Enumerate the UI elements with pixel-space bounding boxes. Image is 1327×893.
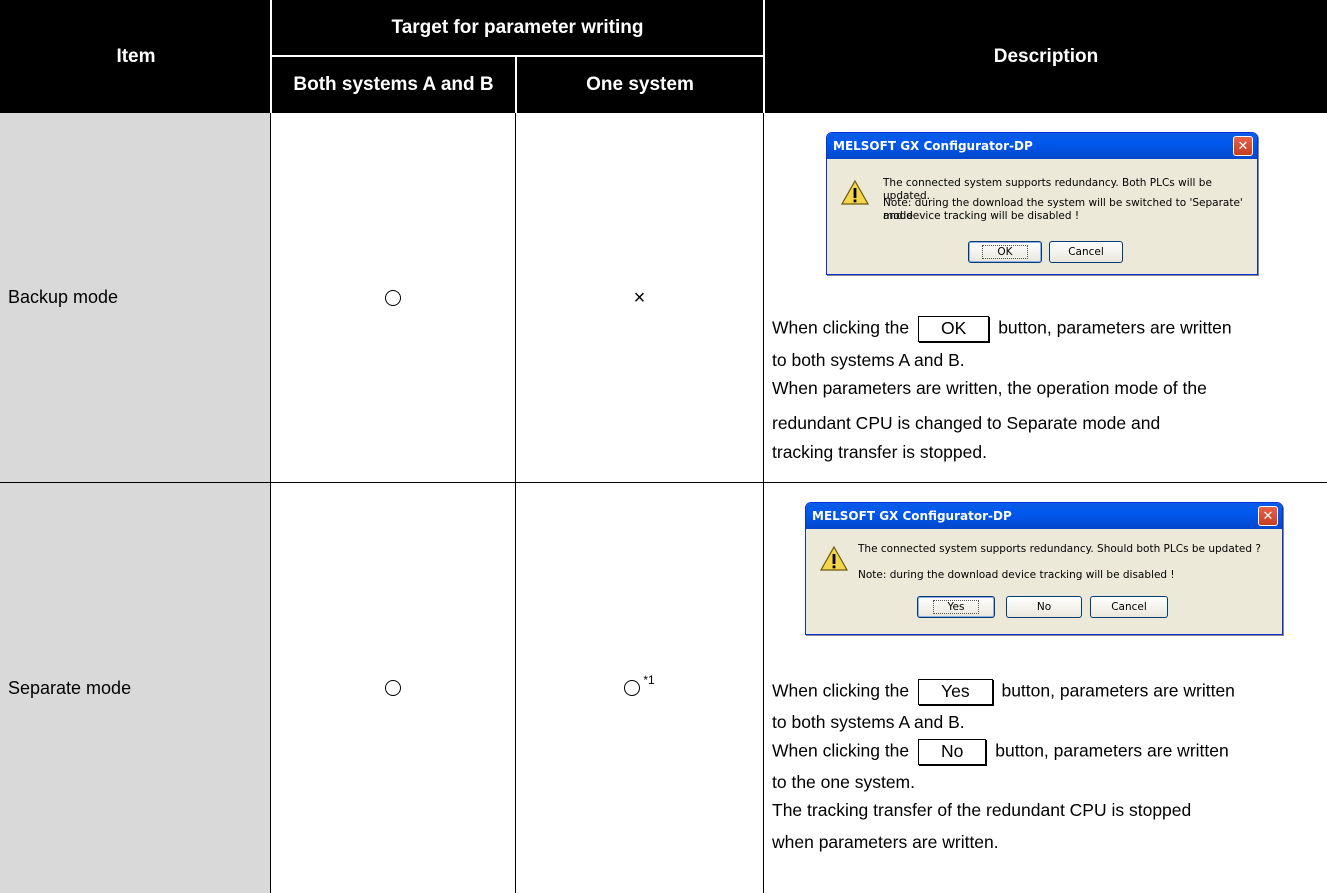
row-backup-one: × [516,113,763,482]
header-item: Item [0,0,272,113]
ok-key-label: OK [918,316,990,342]
row-separate-both [271,483,515,893]
separate-desc-para1: When clicking the Yes button, parameters… [772,679,1235,705]
col-divider [763,113,764,893]
backup-desc-para1: When clicking the OK button, parameters … [772,316,1232,342]
backup-desc-line: to both systems A and B. [772,350,965,370]
separate-desc-para2: When clicking the No button, parameters … [772,739,1229,765]
footnote-ref: *1 [643,673,655,687]
backup-mode-dialog: MELSOFT GX Configurator-DP ✕ The connect… [826,132,1258,275]
header-both-systems: Both systems A and B [272,57,515,113]
row-separate-item: Separate mode [0,483,270,893]
close-icon[interactable]: ✕ [1233,136,1253,156]
dialog-note: and device tracking will be disabled ! [883,210,1080,222]
no-button[interactable]: No [1006,596,1082,618]
dialog-title-bar: MELSOFT GX Configurator-DP ✕ [827,133,1257,159]
cancel-button[interactable]: Cancel [1049,241,1123,263]
circle-mark-icon [624,680,641,696]
row-backup-item: Backup mode [0,113,270,482]
separate-desc-line: when parameters are written. [772,832,999,852]
no-key-label: No [918,739,987,765]
yes-key-label: Yes [918,679,993,705]
header-divider [515,57,517,113]
row-separate-one: *1 [516,483,763,893]
separate-desc-line: to the one system. [772,772,915,792]
circle-mark-icon [385,289,401,306]
ok-button[interactable]: OK [968,241,1042,263]
backup-desc-line: When parameters are written, the operati… [772,378,1207,398]
dialog-title: MELSOFT GX Configurator-DP [812,509,1012,523]
header-divider [270,0,272,113]
separate-desc-line: The tracking transfer of the redundant C… [772,800,1192,820]
dialog-message: The connected system supports redundancy… [858,543,1261,555]
backup-desc-line: redundant CPU is changed to Separate mod… [772,413,1161,433]
dialog-title: MELSOFT GX Configurator-DP [833,139,1033,153]
circle-mark-icon [385,680,401,696]
cross-mark: × [633,286,646,309]
header-divider [272,55,763,57]
close-icon[interactable]: ✕ [1258,506,1278,526]
header-target: Target for parameter writing [272,0,763,55]
row-divider [0,482,1327,483]
backup-desc-line: tracking transfer is stopped. [772,442,987,462]
row-backup-both [271,113,515,482]
header-one-system: One system [517,57,763,113]
separate-desc-line: to both systems A and B. [772,712,965,732]
dialog-note: Note: during the download device trackin… [858,569,1175,581]
col-divider [270,113,271,893]
cancel-button[interactable]: Cancel [1090,596,1168,618]
separate-mode-dialog: MELSOFT GX Configurator-DP ✕ The connect… [805,502,1283,635]
col-divider [515,113,516,893]
header-divider [763,0,765,113]
warning-icon [820,545,848,571]
warning-icon [841,179,869,205]
header-description: Description [765,0,1327,113]
dialog-title-bar: MELSOFT GX Configurator-DP ✕ [806,503,1282,529]
yes-button[interactable]: Yes [917,596,995,618]
